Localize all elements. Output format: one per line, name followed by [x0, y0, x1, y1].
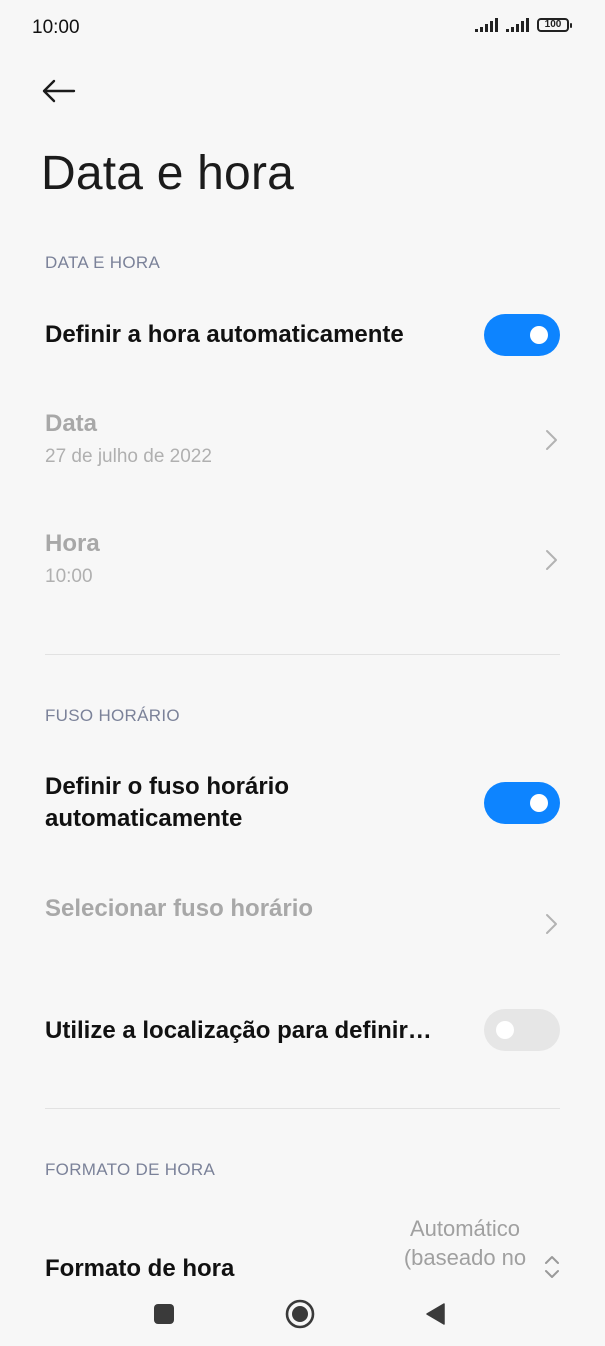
status-time: 10:00	[32, 17, 80, 38]
section-header-date-time: DATA E HORA	[45, 253, 161, 272]
use-location-row[interactable]: Utilize a localização para definir…	[45, 1009, 560, 1054]
date-label: Data	[45, 410, 98, 437]
section-header-timezone: FUSO HORÁRIO	[45, 706, 180, 725]
recent-apps-button[interactable]	[148, 1298, 180, 1330]
auto-time-row[interactable]: Definir a hora automaticamente	[45, 314, 560, 358]
chevron-up-down-icon[interactable]	[543, 1254, 561, 1280]
date-row[interactable]: Data 27 de julho de 2022	[45, 408, 560, 478]
signal-icon	[475, 18, 498, 32]
auto-timezone-toggle[interactable]	[484, 782, 560, 824]
divider	[45, 1108, 560, 1109]
time-format-value-line1: Automático	[409, 1216, 521, 1241]
triangle-icon	[426, 1303, 445, 1325]
chevron-right-icon	[546, 430, 557, 450]
status-icons: 100	[475, 18, 572, 32]
use-location-toggle[interactable]	[484, 1009, 560, 1051]
auto-time-toggle[interactable]	[484, 314, 560, 356]
nav-back-button[interactable]	[420, 1298, 452, 1330]
section-header-time-format: FORMATO DE HORA	[45, 1160, 216, 1179]
status-bar: 10:00 100	[0, 0, 605, 58]
select-timezone-label: Selecionar fuso horário	[45, 895, 314, 922]
circle-icon	[285, 1299, 315, 1329]
square-icon	[154, 1304, 174, 1324]
time-row[interactable]: Hora 10:00	[45, 528, 560, 598]
page-title: Data e hora	[41, 147, 295, 200]
auto-timezone-row[interactable]: Definir o fuso horário automaticamente	[45, 771, 560, 839]
use-location-label: Utilize a localização para definir…	[45, 1017, 432, 1044]
time-label: Hora	[45, 530, 100, 557]
back-button[interactable]	[40, 74, 80, 108]
auto-timezone-label-line1: Definir o fuso horário	[45, 773, 290, 800]
home-button[interactable]	[284, 1298, 316, 1330]
time-format-value[interactable]: Automático (baseado no	[395, 1214, 535, 1272]
arrow-left-icon	[42, 79, 76, 103]
auto-time-label: Definir a hora automaticamente	[45, 321, 404, 348]
battery-level: 100	[544, 19, 562, 30]
navigation-bar	[0, 1282, 605, 1346]
select-timezone-row[interactable]: Selecionar fuso horário	[45, 893, 560, 955]
chevron-right-icon	[546, 550, 557, 570]
date-value: 27 de julho de 2022	[45, 446, 212, 467]
time-value: 10:00	[45, 566, 93, 587]
chevron-right-icon	[546, 914, 557, 934]
time-format-value-line2: (baseado no	[403, 1245, 527, 1270]
divider	[45, 654, 560, 655]
battery-icon: 100	[537, 18, 572, 32]
auto-timezone-label-line2: automaticamente	[45, 805, 243, 832]
signal-icon-2	[506, 18, 529, 32]
